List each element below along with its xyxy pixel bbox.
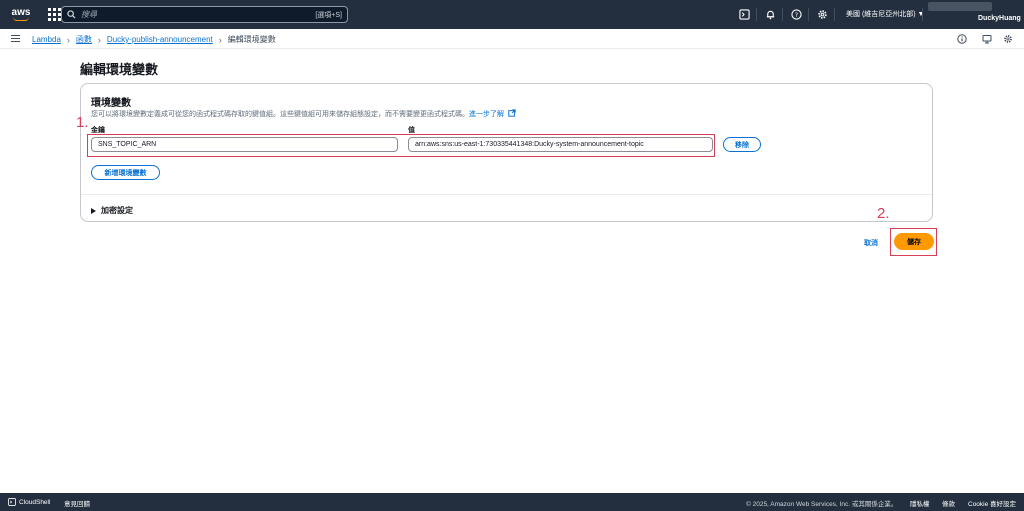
breadcrumb-functions[interactable]: 函數	[76, 34, 92, 45]
info-icon[interactable]	[957, 34, 967, 44]
annotation-number-2: 2.	[877, 205, 890, 222]
help-icon[interactable]: ?	[790, 8, 802, 20]
bell-icon[interactable]	[764, 8, 776, 20]
save-button[interactable]: 儲存	[894, 233, 934, 250]
breadcrumb-bar: Lambda › 函數 › Ducky-publish-announcement…	[0, 29, 1024, 49]
services-menu-icon[interactable]	[46, 7, 62, 23]
search-shortcut: [選項+S]	[315, 11, 342, 19]
cloudshell-icon[interactable]	[738, 8, 750, 20]
terms-link[interactable]: 條款	[942, 498, 955, 508]
top-navigation: aws 搜尋 [選項+S] ? 美國 (維吉尼亞州北部) ▼ DuckyHuan…	[0, 0, 1024, 29]
encryption-settings-toggle[interactable]: 加密設定	[91, 205, 133, 216]
divider	[81, 194, 932, 195]
search-icon	[67, 10, 76, 19]
settings-icon[interactable]	[1003, 34, 1013, 44]
chevron-right-icon: ›	[218, 34, 222, 45]
annotation-box-variables	[87, 134, 715, 157]
region-selector[interactable]: 美國 (維吉尼亞州北部) ▼	[846, 9, 924, 19]
breadcrumb-function-name[interactable]: Ducky-publish-announcement	[107, 35, 213, 44]
cloudshell-icon	[8, 498, 16, 506]
cloudshell-button[interactable]: CloudShell	[8, 498, 50, 506]
feedback-icon[interactable]	[982, 34, 992, 44]
breadcrumb: Lambda › 函數 › Ducky-publish-announcement…	[32, 34, 276, 45]
copyright: © 2025, Amazon Web Services, Inc. 或其關係企業…	[746, 501, 898, 508]
user-menu[interactable]: DuckyHuang	[978, 15, 1021, 22]
panel-description: 您可以將環境變數定義成可從您的函式程式碼存取的鍵值組。這些鍵值組可用來儲存組態設…	[91, 109, 516, 119]
feedback-link[interactable]: 意見回饋	[64, 498, 90, 508]
aws-logo[interactable]: aws	[8, 5, 34, 25]
search-input[interactable]: 搜尋 [選項+S]	[61, 6, 348, 23]
add-environment-variable-button[interactable]: 新增環境變數	[91, 165, 160, 180]
panel-title: 環境變數	[91, 98, 131, 109]
annotation-number-1: 1.	[76, 114, 89, 131]
breadcrumb-lambda[interactable]: Lambda	[32, 35, 61, 44]
caret-right-icon	[91, 207, 96, 214]
privacy-link[interactable]: 隱私權	[910, 498, 930, 508]
menu-icon[interactable]	[11, 35, 20, 42]
chevron-right-icon: ›	[66, 34, 70, 45]
page-title: 編輯環境變數	[80, 62, 159, 77]
svg-text:?: ?	[794, 10, 797, 18]
external-link-icon	[508, 109, 516, 117]
chevron-right-icon: ›	[97, 34, 101, 45]
account-id-redacted	[928, 2, 992, 11]
learn-more-link[interactable]: 進一步了解	[469, 111, 504, 118]
cancel-button[interactable]: 取消	[864, 238, 878, 248]
breadcrumb-current: 編輯環境變數	[227, 35, 276, 44]
gear-icon[interactable]	[816, 8, 828, 20]
footer: CloudShell 意見回饋 © 2025, Amazon Web Servi…	[0, 493, 1024, 511]
remove-button[interactable]: 移除	[723, 137, 761, 152]
cookie-preferences-link[interactable]: Cookie 喜好設定	[968, 498, 1016, 508]
search-placeholder: 搜尋	[81, 10, 97, 19]
